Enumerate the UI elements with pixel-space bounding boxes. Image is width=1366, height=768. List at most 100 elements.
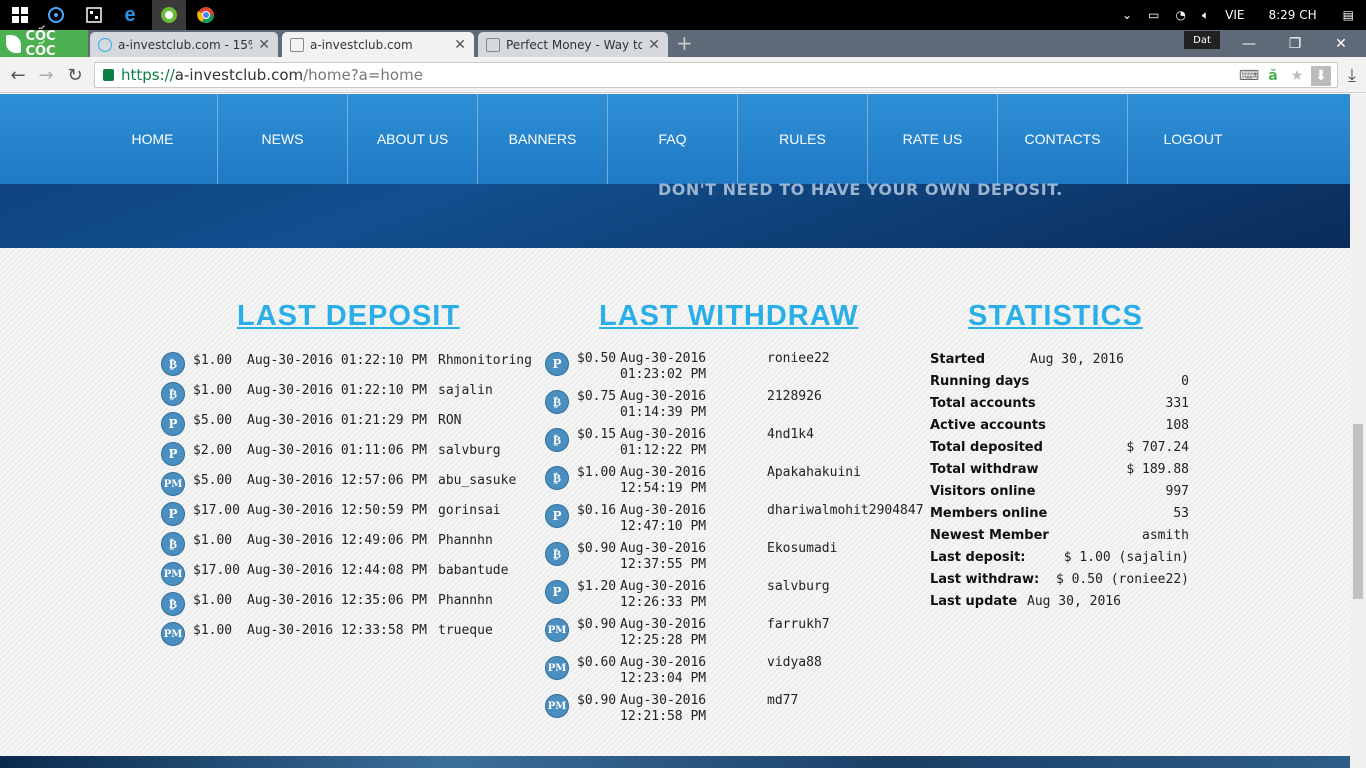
leaf-icon [6,34,22,53]
forward-arrow-icon[interactable]: → [34,63,58,87]
deposit-amount: $1.00 [193,623,233,638]
stat-value: $ 1.00 (sajalin) [1063,550,1189,565]
last-deposit-title[interactable]: LAST DEPOSIT [237,300,460,333]
menu-rules[interactable]: RULES [738,94,868,184]
withdraw-time: 01:12:22 PM [620,443,707,458]
language-indicator[interactable]: VIE [1225,8,1244,22]
battery-icon[interactable]: ▭ [1148,8,1159,22]
menu-news[interactable]: NEWS [218,94,348,184]
menu-banners[interactable]: BANNERS [478,94,608,184]
bitcoin-icon: ₿ [545,428,569,452]
close-tab-icon[interactable]: ✕ [454,37,466,53]
scrollbar[interactable] [1350,94,1366,768]
coccoc-dictionary-icon[interactable]: ă [1263,66,1283,86]
main-menu: HOME NEWS ABOUT US BANNERS FAQ RULES RAT… [88,94,1350,184]
stat-label: Last deposit: [930,550,1026,565]
user-badge[interactable]: Dat [1184,31,1220,49]
menu-logout[interactable]: LOGOUT [1128,94,1258,184]
deposit-date: Aug-30-2016 12:44:08 PM [247,563,428,578]
deposit-user: Phannhn [438,533,493,548]
url-actions: ⌨ ă ★ ⬇ [1235,66,1331,86]
last-withdraw-title[interactable]: LAST WITHDRAW [599,300,858,333]
new-tab-icon[interactable]: + [676,33,694,53]
browser-tab[interactable]: Perfect Money - Way to de ✕ [478,32,668,57]
withdraw-time: 12:47:10 PM [620,519,707,534]
restore-icon[interactable]: ❐ [1272,30,1318,57]
stat-value: 108 [1165,418,1189,433]
withdraw-time: 01:14:39 PM [620,405,707,420]
deposit-user: babantude [438,563,509,578]
menu-about-us[interactable]: ABOUT US [348,94,478,184]
withdraw-amount: $0.90 [577,693,617,708]
url-bar[interactable]: https:// a-investclub.com /home?a=home ⌨… [94,62,1338,88]
deposit-date: Aug-30-2016 12:33:58 PM [247,623,428,638]
withdraw-date: Aug-30-2016 [620,541,707,556]
withdraw-date: Aug-30-2016 [620,389,707,404]
withdraw-date: Aug-30-2016 [620,579,707,594]
taskbar-app-icon[interactable] [44,3,68,27]
stat-value: 331 [1165,396,1189,411]
browser-tab-active[interactable]: a-investclub.com ✕ [282,32,474,57]
hero-banner: HOME NEWS ABOUT US BANNERS FAQ RULES RAT… [0,94,1350,248]
bitcoin-icon: ₿ [161,592,185,616]
deposit-date: Aug-30-2016 01:22:10 PM [247,383,428,398]
wifi-icon[interactable]: ◔ [1175,8,1185,22]
stat-label: Total withdraw [930,462,1039,477]
scrollbar-thumb[interactable] [1353,424,1363,599]
deposit-amount: $5.00 [193,473,233,488]
close-tab-icon[interactable]: ✕ [258,37,270,53]
coccoc-browser-icon[interactable] [152,0,186,30]
windows-start-icon[interactable] [8,3,32,27]
bookmark-star-icon[interactable]: ★ [1287,66,1307,86]
deposit-amount: $1.00 [193,383,233,398]
deposit-amount: $2.00 [193,443,233,458]
deposit-user: gorinsai [438,503,501,518]
browser-tab-strip: CỐC CỐC a-investclub.com - 15% ho ✕ a-in… [0,29,1366,59]
deposit-date: Aug-30-2016 12:57:06 PM [247,473,428,488]
coccoc-logo[interactable]: CỐC CỐC [0,29,88,59]
bitcoin-icon: ₿ [161,352,185,376]
reload-icon[interactable]: ↻ [63,63,87,87]
minimize-icon[interactable]: — [1226,30,1272,57]
statistics-title[interactable]: STATISTICS [968,300,1143,333]
translate-icon[interactable]: ⌨ [1239,66,1259,86]
close-window-icon[interactable]: ✕ [1318,30,1364,57]
withdraw-date: Aug-30-2016 [620,617,707,632]
deposit-date: Aug-30-2016 01:22:10 PM [247,353,428,368]
notification-icon[interactable]: ▤ [1343,8,1354,22]
stat-value: $ 0.50 (roniee22) [1055,572,1189,587]
download-video-icon[interactable]: ⬇ [1311,66,1331,86]
payeer-icon: P [545,580,569,604]
edge-browser-icon[interactable]: e [118,3,142,27]
perfectmoney-icon: PM [161,562,185,586]
withdraw-amount: $0.60 [577,655,617,670]
volume-icon[interactable]: 🔈︎ [1202,8,1209,23]
stat-label: Active accounts [930,418,1046,433]
bitcoin-icon: ₿ [545,542,569,566]
clock[interactable]: 8:29 CH [1268,8,1316,22]
stat-label: Running days [930,374,1030,389]
withdraw-time: 12:37:55 PM [620,557,707,572]
downloads-icon[interactable]: ⤓ [1340,63,1364,87]
close-tab-icon[interactable]: ✕ [648,37,660,53]
deposit-amount: $17.00 [193,503,240,518]
menu-faq[interactable]: FAQ [608,94,738,184]
withdraw-time: 12:26:33 PM [620,595,707,610]
withdraw-user: md77 [767,693,799,708]
windows-taskbar: e ⌄ ▭ ◔ 🔈︎ VIE 8:29 CH ▤ [0,0,1366,30]
withdraw-time: 12:54:19 PM [620,481,707,496]
taskbar-tool-icon[interactable] [82,3,106,27]
browser-tab[interactable]: a-investclub.com - 15% ho ✕ [90,32,278,57]
withdraw-amount: $0.15 [577,427,617,442]
chevron-up-icon[interactable]: ⌄ [1122,8,1132,22]
withdraw-amount: $1.00 [577,465,617,480]
deposit-amount: $1.00 [193,353,233,368]
menu-contacts[interactable]: CONTACTS [998,94,1128,184]
chrome-browser-icon[interactable] [194,3,218,27]
withdraw-date: Aug-30-2016 [620,693,707,708]
back-arrow-icon[interactable]: ← [6,63,30,87]
perfectmoney-icon: PM [545,618,569,642]
menu-home[interactable]: HOME [88,94,218,184]
menu-rate-us[interactable]: RATE US [868,94,998,184]
url-scheme: https:// [121,66,175,84]
